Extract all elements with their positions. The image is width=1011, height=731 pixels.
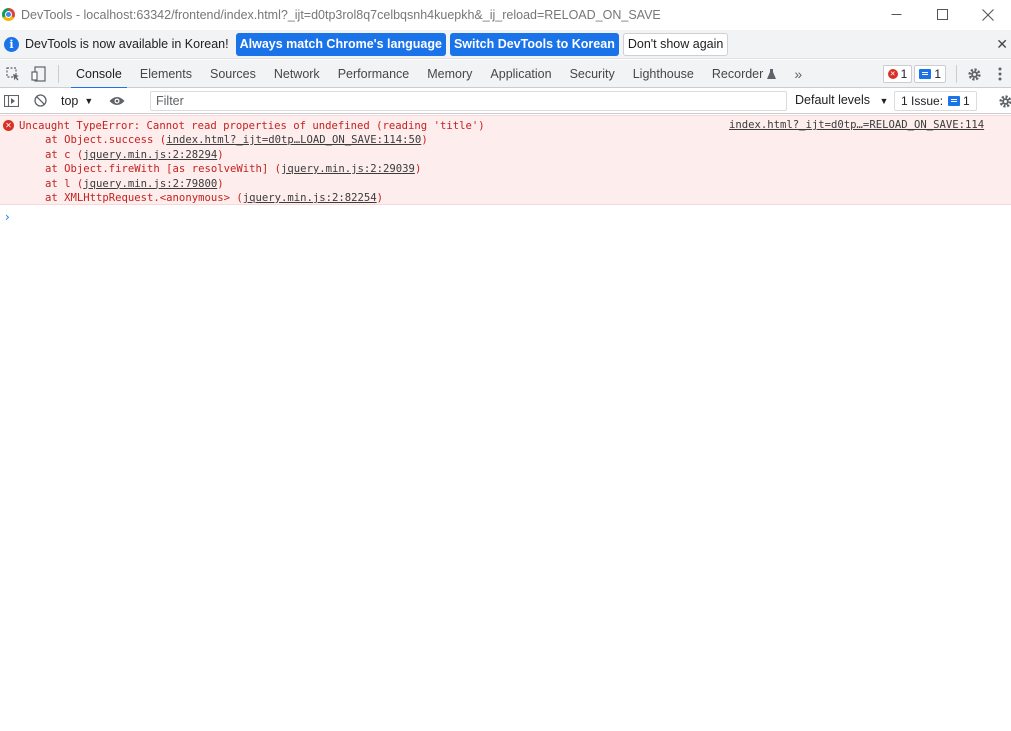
show-sidebar-icon[interactable] [0, 90, 22, 112]
more-tabs-button[interactable]: » [785, 60, 811, 88]
toolbar-divider [956, 65, 957, 83]
dropdown-arrow-icon: ▼ [879, 96, 889, 106]
console-error-message: ✕ Uncaught TypeError: Cannot read proper… [0, 115, 1011, 205]
issues-counter[interactable]: 1 Issue: 1 [894, 91, 977, 111]
stack-frame: at Object.fireWith [as resolveWith] (jqu… [45, 162, 421, 176]
infobar-message: DevTools is now available in Korean! [25, 37, 229, 51]
devtools-tabbar: Console Elements Sources Network Perform… [0, 60, 1011, 89]
close-icon [982, 8, 994, 21]
message-counter[interactable]: 1 [914, 65, 946, 83]
settings-gear-icon[interactable] [963, 63, 985, 85]
error-icon: ✕ [887, 69, 898, 79]
context-selector[interactable]: top ▼ [61, 94, 93, 108]
stack-frame-text: at Object.success ( [45, 134, 167, 146]
chrome-logo-icon [2, 8, 15, 21]
flask-icon [767, 68, 777, 79]
tab-lighthouse[interactable]: Lighthouse [624, 60, 703, 88]
tab-console[interactable]: Console [67, 60, 131, 89]
stack-frame-text: at c ( [45, 148, 84, 161]
error-count: 1 [900, 67, 908, 81]
issue-icon [948, 96, 961, 106]
error-text: Uncaught TypeError: Cannot read properti… [19, 120, 485, 132]
message-count: 1 [934, 67, 941, 81]
tab-sources[interactable]: Sources [201, 60, 265, 88]
tab-network[interactable]: Network [265, 60, 329, 88]
console-prompt-chevron-icon[interactable]: › [5, 210, 10, 224]
live-expression-eye-icon[interactable] [106, 90, 128, 112]
stack-frame: at l (jquery.min.js:2:79800) [45, 177, 224, 191]
stack-frame-link[interactable]: jquery.min.js:2:29039 [281, 163, 415, 175]
error-counter[interactable]: ✕ 1 [882, 65, 913, 83]
stack-frame-link[interactable]: jquery.min.js:2:82254 [243, 192, 377, 204]
log-levels-label: Default levels [795, 93, 871, 107]
chevron-double-right-icon: » [794, 65, 803, 82]
tab-memory[interactable]: Memory [418, 60, 481, 88]
stack-frame-suffix: ) [217, 177, 224, 190]
stack-frame-text: at XMLHttpRequest.<anonymous> ( [45, 192, 243, 204]
error-icon: ✕ [3, 120, 14, 131]
stack-frame-suffix: ) [414, 163, 422, 175]
maximize-icon [936, 9, 948, 20]
window-title: DevTools - localhost:63342/frontend/inde… [21, 7, 661, 22]
stack-frame-link[interactable]: jquery.min.js:2:28294 [83, 149, 217, 161]
filter-input[interactable]: Filter [150, 91, 787, 111]
dropdown-arrow-icon: ▼ [84, 95, 94, 106]
minimize-icon [891, 14, 901, 15]
log-levels-dropdown[interactable]: Default levels ▼ [795, 93, 888, 107]
clear-console-icon[interactable] [29, 90, 51, 112]
issues-count: 1 [963, 94, 970, 108]
tab-application[interactable]: Application [481, 60, 560, 88]
stack-frame-suffix: ) [217, 148, 224, 161]
stack-frame-link[interactable]: index.html?_ijt=d0tp…LOAD_ON_SAVE:114:50 [166, 134, 421, 146]
tabbar-right: ✕ 1 1 [882, 60, 1011, 88]
minimize-button[interactable] [873, 0, 919, 29]
window-controls [873, 0, 1011, 29]
stack-frame-text: at l ( [45, 177, 84, 190]
context-value: top [61, 93, 79, 108]
maximize-button[interactable] [919, 0, 965, 29]
infobar-close-icon[interactable]: ✕ [996, 36, 1008, 53]
more-options-icon[interactable] [989, 63, 1011, 85]
stack-frame: at c (jquery.min.js:2:28294) [45, 148, 224, 162]
console-toolbar: top ▼ Filter Default levels ▼ 1 Issue: 1 [0, 88, 1011, 114]
switch-to-korean-button[interactable]: Switch DevTools to Korean [449, 32, 619, 56]
device-toolbar-icon[interactable] [28, 63, 50, 85]
always-match-language-button[interactable]: Always match Chrome's language [235, 32, 446, 56]
toolbar-divider [58, 64, 59, 83]
language-infobar: i DevTools is now available in Korean! A… [0, 30, 1011, 59]
tab-recorder-label: Recorder [711, 66, 764, 81]
stack-frame-suffix: ) [421, 134, 428, 146]
stack-frame-link[interactable]: jquery.min.js:2:79800 [83, 178, 217, 190]
tab-performance[interactable]: Performance [329, 60, 419, 88]
stack-frame-suffix: ) [376, 192, 384, 204]
error-source-link[interactable]: index.html?_ijt=d0tp…=RELOAD_ON_SAVE:114 [729, 119, 984, 131]
info-icon: i [4, 36, 19, 52]
stack-frame: at XMLHttpRequest.<anonymous> (jquery.mi… [45, 191, 383, 205]
stack-frame-text: at Object.fireWith [as resolveWith] ( [45, 163, 281, 175]
tab-recorder[interactable]: Recorder [703, 60, 785, 88]
issues-label: 1 Issue: [901, 94, 944, 108]
inspect-element-icon[interactable] [2, 63, 24, 85]
tab-security[interactable]: Security [561, 60, 624, 88]
message-icon [919, 69, 932, 79]
stack-frame: at Object.success (index.html?_ijt=d0tp…… [45, 133, 428, 147]
tab-elements[interactable]: Elements [131, 60, 201, 88]
console-settings-gear-icon[interactable] [994, 90, 1011, 112]
close-window-button[interactable] [965, 0, 1011, 29]
window-titlebar: DevTools - localhost:63342/frontend/inde… [0, 0, 1011, 29]
dont-show-again-button[interactable]: Don't show again [622, 32, 729, 56]
